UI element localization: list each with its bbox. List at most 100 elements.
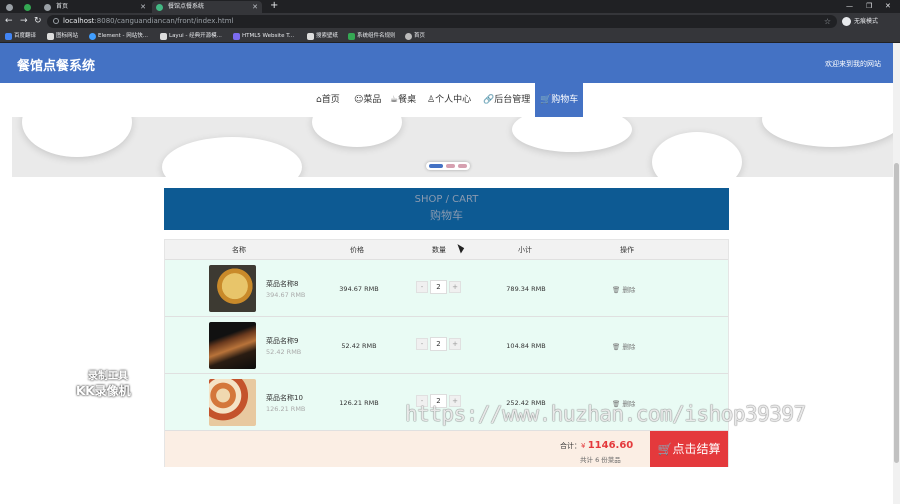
close-window-icon[interactable]: ✕ <box>885 0 891 12</box>
bookmark-item[interactable]: 首页 <box>405 30 425 43</box>
dish-image[interactable] <box>209 379 256 426</box>
delete-label: 删除 <box>622 286 636 294</box>
bookmark-label: Element - 网站快... <box>98 33 148 39</box>
tab-close-icon[interactable]: ✕ <box>140 1 146 13</box>
tab-favicon-icon <box>24 4 31 11</box>
dish-name[interactable]: 菜品名称10 <box>266 393 303 403</box>
delete-button[interactable]: 🗑 删除 <box>612 284 635 294</box>
dish-name[interactable]: 菜品名称8 <box>266 279 298 289</box>
bookmark-icon <box>233 33 240 40</box>
table-row: 菜品名称9 52.42 RMB 52.42 RMB - 2 + 104.84 R… <box>165 317 728 374</box>
col-header-name: 名称 <box>232 246 246 254</box>
tab-title: 首页 <box>56 3 69 10</box>
dish-price: 52.42 RMB <box>341 342 377 350</box>
cart-table-header: 名称 价格 数量 小计 操作 <box>165 240 728 260</box>
tab-favicon-icon <box>156 4 163 11</box>
site-logo[interactable]: 餐馆点餐系统 <box>17 55 95 74</box>
checkout-button[interactable]: 🛒点击结算 <box>650 431 728 467</box>
page-viewport: 餐馆点餐系统 欢迎来到我的网站 ⌂首页 ☺菜品 ☕餐桌 ♙个人中心 🔗后台管理 … <box>0 43 900 504</box>
bookmark-item[interactable]: 百度翻译 <box>5 30 36 43</box>
bookmark-icon <box>405 33 412 40</box>
bookmarks-bar: 百度翻译 图标网站 Element - 网站快... Layui - 经典开源模… <box>0 30 900 43</box>
banner-shape <box>162 137 302 177</box>
page-scrollbar[interactable] <box>893 43 900 504</box>
new-tab-button[interactable]: + <box>270 0 278 12</box>
minimize-icon[interactable]: — <box>846 0 853 12</box>
qty-input[interactable]: 2 <box>430 337 447 351</box>
carousel-dot-active[interactable] <box>429 164 443 168</box>
profile-button[interactable]: 无痕模式 <box>842 15 878 28</box>
qty-plus-button[interactable]: + <box>449 338 461 350</box>
col-header-qty: 数量 <box>432 246 446 254</box>
qty-minus-button[interactable]: - <box>416 338 428 350</box>
bookmark-icon <box>89 33 96 40</box>
browser-tab-1[interactable] <box>20 1 36 13</box>
col-header-price: 价格 <box>350 246 364 254</box>
dish-image[interactable] <box>209 322 256 369</box>
bookmark-item[interactable]: Layui - 经典开源模... <box>160 30 222 43</box>
quantity-stepper: - 2 + <box>416 337 462 351</box>
carousel-dot[interactable] <box>446 164 455 168</box>
cart-total: 合计：¥ 1146.60 <box>560 440 633 451</box>
maximize-icon[interactable]: ❐ <box>866 0 872 12</box>
qty-input[interactable]: 2 <box>430 280 447 294</box>
quantity-stepper: - 2 + <box>416 280 462 294</box>
banner-shape <box>652 132 742 177</box>
bookmark-item[interactable]: 图标网站 <box>47 30 78 43</box>
row-subtotal: 104.84 RMB <box>506 342 546 350</box>
qty-plus-button[interactable]: + <box>449 281 461 293</box>
dish-name[interactable]: 菜品名称9 <box>266 336 298 346</box>
cart-title-en: SHOP / CART <box>414 194 479 205</box>
tab-close-icon[interactable]: ✕ <box>252 1 258 13</box>
scrollbar-thumb[interactable] <box>894 163 899 463</box>
dish-image[interactable] <box>209 265 256 312</box>
forward-arrow-icon[interactable]: → <box>20 15 28 27</box>
delete-label: 删除 <box>622 343 636 351</box>
delete-button[interactable]: 🗑 删除 <box>612 341 635 351</box>
bookmark-item[interactable]: 系统组件名规则 <box>348 30 396 43</box>
nav-personal-center[interactable]: ♙个人中心 <box>427 83 471 117</box>
nav-cart[interactable]: 🛒购物车 <box>535 83 584 117</box>
total-currency: ¥ <box>581 442 586 450</box>
bookmark-icon <box>348 33 355 40</box>
bookmark-icon <box>5 33 12 40</box>
banner-shape <box>312 117 402 147</box>
dish-unit-price: 394.67 RMB <box>266 291 306 299</box>
bookmark-label: 搜索壁纸 <box>316 33 339 39</box>
reload-icon[interactable]: ↻ <box>34 15 42 27</box>
row-subtotal: 789.34 RMB <box>506 285 546 293</box>
carousel-indicators <box>426 162 470 170</box>
cart-title-banner: SHOP / CART 购物车 <box>164 188 729 230</box>
bookmark-item[interactable]: HTML5 Website T... <box>233 30 294 43</box>
tab-favicon-icon <box>44 4 51 11</box>
address-bar[interactable]: localhost:8080/canguandiancan/front/inde… <box>47 15 837 28</box>
nav-dishes[interactable]: ☺菜品 <box>354 83 381 117</box>
bookmark-star-icon[interactable]: ☆ <box>824 15 831 28</box>
url-host: localhost <box>63 17 95 25</box>
browser-tab-0[interactable] <box>2 1 18 13</box>
bookmark-label: 首页 <box>414 33 426 39</box>
back-arrow-icon[interactable]: ← <box>5 15 13 27</box>
col-header-action: 操作 <box>620 246 634 254</box>
profile-label: 无痕模式 <box>854 18 879 25</box>
bookmark-label: 图标网站 <box>56 33 79 39</box>
browser-tab-2[interactable]: 首页 ✕ <box>40 1 150 13</box>
bookmark-item[interactable]: Element - 网站快... <box>89 30 148 43</box>
bookmark-label: 百度翻译 <box>14 33 37 39</box>
trash-icon: 🗑 <box>612 286 621 294</box>
bookmark-label: 系统组件名规则 <box>357 33 396 39</box>
hero-carousel[interactable] <box>12 117 893 177</box>
site-info-icon[interactable] <box>53 18 59 24</box>
browser-tab-3[interactable]: 餐馆点餐系统 ✕ <box>152 1 262 13</box>
tab-favicon-icon <box>6 4 13 11</box>
nav-admin[interactable]: 🔗后台管理 <box>483 83 530 117</box>
bookmark-item[interactable]: 搜索壁纸 <box>307 30 338 43</box>
bookmark-label: HTML5 Website T... <box>242 33 295 39</box>
carousel-dot[interactable] <box>458 164 467 168</box>
welcome-text: 欢迎来到我的网站 <box>825 60 881 68</box>
browser-tab-strip: 首页 ✕ 餐馆点餐系统 ✕ + — ❐ ✕ <box>0 0 900 13</box>
table-row: 菜品名称8 394.67 RMB 394.67 RMB - 2 + 789.34… <box>165 260 728 317</box>
nav-tables[interactable]: ☕餐桌 <box>390 83 416 117</box>
qty-minus-button[interactable]: - <box>416 281 428 293</box>
nav-home[interactable]: ⌂首页 <box>316 83 340 117</box>
